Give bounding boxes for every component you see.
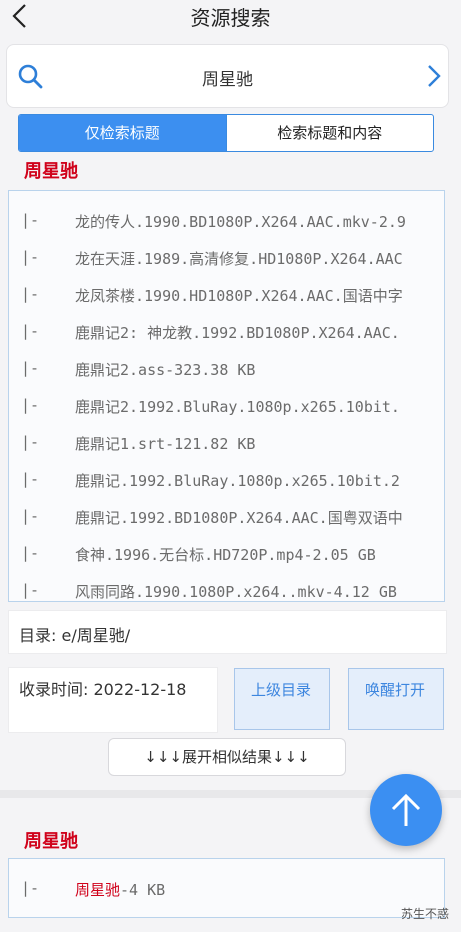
search-query[interactable]: 周星驰: [7, 65, 448, 90]
file-name: 龙在天涯.1989.高清修复.HD1080P.X264.AAC: [75, 250, 403, 268]
tree-prefix: |-: [21, 507, 40, 525]
directory-info: 目录: e/周星驰/: [8, 610, 447, 654]
wake-open-button[interactable]: 唤醒打开: [348, 668, 444, 730]
file-name: 鹿鼎记2.ass-323.38 KB: [75, 361, 256, 379]
collected-time: 收录时间: 2022-12-18: [19, 680, 187, 699]
tree-prefix: |-: [21, 396, 40, 414]
file-name: 鹿鼎记.1992.BD1080P.X264.AAC.国粤双语中: [75, 509, 403, 527]
file-list[interactable]: |- 周星驰-4 KB: [8, 858, 445, 918]
file-name: 周星驰-4 KB: [75, 879, 165, 900]
tree-prefix: |-: [21, 322, 40, 340]
parent-directory-button[interactable]: 上级目录: [234, 668, 330, 730]
scroll-top-button[interactable]: [370, 774, 442, 846]
file-name: 鹿鼎记2: 神龙教.1992.BD1080P.X264.AAC.: [75, 324, 400, 342]
match-highlight: 周星驰: [75, 881, 121, 899]
file-name: 风雨同路.1990.1080P.x264..mkv-4.12 GB: [75, 583, 397, 601]
collected-time-box: 收录时间: 2022-12-18: [8, 667, 218, 733]
tree-prefix: |-: [21, 470, 40, 488]
file-name: 龙凤茶楼.1990.HD1080P.X264.AAC.国语中字: [75, 287, 403, 305]
tree-prefix: |-: [21, 248, 40, 266]
tree-prefix: |-: [21, 544, 40, 562]
file-name: 鹿鼎记1.srt-121.82 KB: [75, 435, 256, 453]
tab-title-only[interactable]: 仅检索标题: [19, 115, 226, 151]
tree-prefix: |-: [21, 359, 40, 377]
file-name: 龙的传人.1990.BD1080P.X264.AAC.mkv-2.9: [75, 213, 406, 231]
tree-prefix: |-: [21, 433, 40, 451]
tree-prefix: |-: [21, 211, 40, 229]
file-list[interactable]: |- 龙的传人.1990.BD1080P.X264.AAC.mkv-2.9 |- 龙…: [8, 190, 445, 602]
search-mode-toggle: 仅检索标题 检索标题和内容: [18, 114, 434, 152]
directory-path: 目录: e/周星驰/: [19, 626, 131, 645]
top-bar: 资源搜索: [0, 0, 461, 34]
arrow-up-icon: [391, 793, 421, 826]
file-name: 鹿鼎记.1992.BluRay.1080p.x265.10bit.2: [75, 472, 400, 490]
file-name: 鹿鼎记2.1992.BluRay.1080p.x265.10bit.: [75, 398, 400, 416]
result-title[interactable]: 周星驰: [24, 157, 78, 183]
tree-prefix: |-: [21, 581, 40, 599]
search-bar[interactable]: 周星驰: [6, 44, 449, 108]
file-size: -4 KB: [120, 881, 166, 899]
file-name: 食神.1996.无台标.HD720P.mp4-2.05 GB: [75, 546, 376, 564]
tab-title-and-content[interactable]: 检索标题和内容: [225, 115, 434, 151]
tree-prefix: |-: [21, 285, 40, 303]
watermark: 苏生不惑: [400, 907, 449, 921]
tree-prefix: |-: [21, 879, 40, 897]
result-title[interactable]: 周星驰: [24, 827, 78, 853]
chevron-right-icon[interactable]: [426, 63, 442, 89]
expand-similar-button[interactable]: ↓↓↓展开相似结果↓↓↓: [108, 738, 346, 776]
page-title: 资源搜索: [190, 6, 271, 30]
